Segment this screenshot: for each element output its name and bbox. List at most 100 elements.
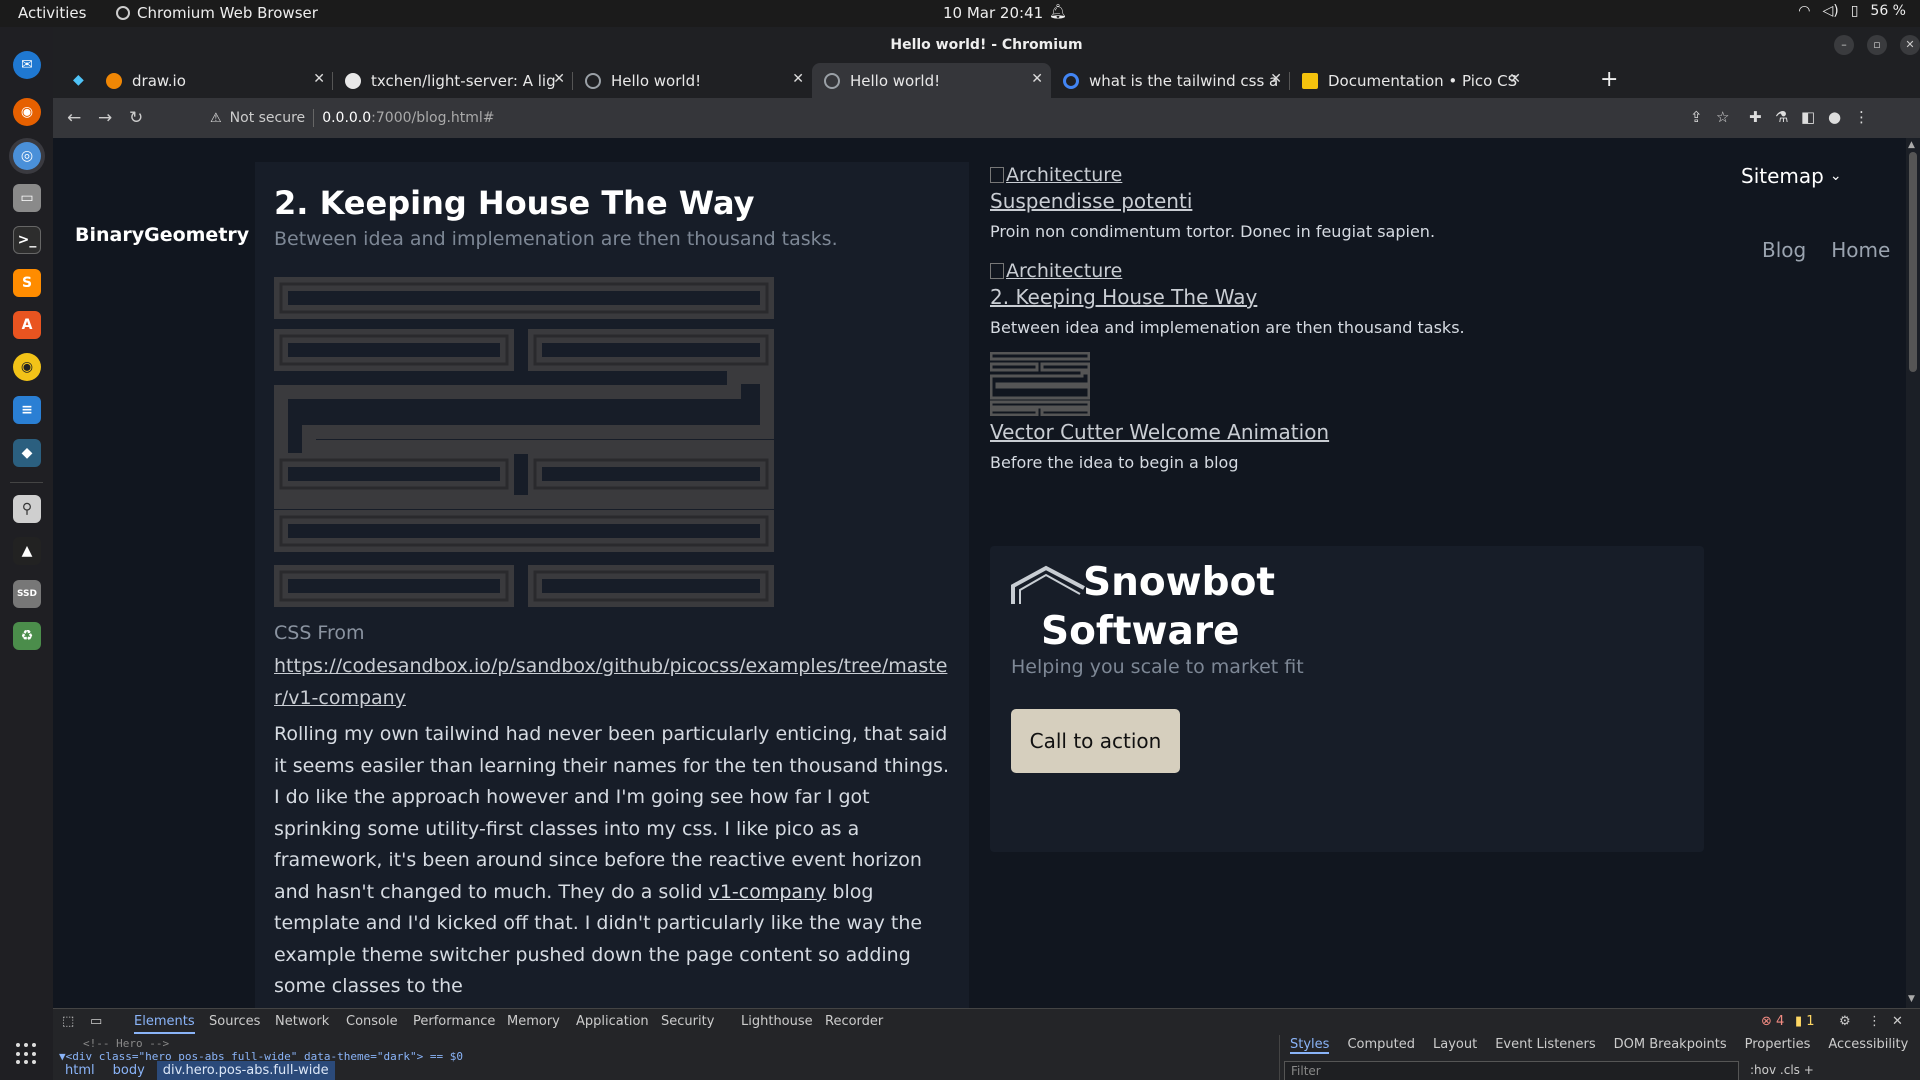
activities-button[interactable]: Activities xyxy=(18,4,86,22)
tab-layout[interactable]: Layout xyxy=(1433,1037,1477,1054)
codesandbox-link[interactable]: https://codesandbox.io/p/sandbox/github/… xyxy=(274,650,954,714)
side-panel-icon[interactable]: ◧ xyxy=(1801,108,1815,126)
device-toolbar-icon[interactable]: ▭ xyxy=(90,1014,102,1029)
sublime-text-icon[interactable]: S xyxy=(13,269,41,297)
app-menu[interactable]: Chromium Web Browser xyxy=(116,4,318,22)
tab-dom-breakpoints[interactable]: DOM Breakpoints xyxy=(1614,1037,1727,1054)
share-icon[interactable]: ⇪ xyxy=(1690,108,1703,126)
tab-google-search[interactable]: what is the tailwind css a ✕ xyxy=(1051,63,1290,98)
devtools-tab-elements[interactable]: Elements xyxy=(134,1014,195,1034)
tab-hello-world-active[interactable]: Hello world! ✕ xyxy=(812,63,1051,98)
devtools-tab-lighthouse[interactable]: Lighthouse xyxy=(741,1014,813,1029)
tab-styles[interactable]: Styles xyxy=(1290,1037,1330,1054)
blog-card-title[interactable]: Vector Cutter Welcome Animation xyxy=(990,420,1710,444)
firefox-icon[interactable]: ◉ xyxy=(13,98,41,126)
nav-link-home[interactable]: Home xyxy=(1831,238,1890,262)
clock[interactable]: 10 Mar 20:41 xyxy=(943,4,1043,22)
devtools-tab-sources[interactable]: Sources xyxy=(209,1014,260,1029)
bookmark-star-icon[interactable]: ☆ xyxy=(1716,108,1729,126)
devtools-tab-security[interactable]: Security xyxy=(661,1014,714,1029)
crumb-body[interactable]: body xyxy=(107,1061,151,1080)
software-center-icon[interactable]: A xyxy=(13,311,41,339)
omnibox[interactable]: ⚠ Not secure 0.0.0.0:7000/blog.html# xyxy=(210,103,495,133)
call-to-action-button[interactable]: Call to action xyxy=(1011,709,1180,773)
warning-count-badge[interactable]: ▮ 1 xyxy=(1795,1014,1815,1029)
devtools-tab-network[interactable]: Network xyxy=(275,1014,329,1029)
show-apps-icon[interactable] xyxy=(16,1043,38,1065)
devtools-tab-recorder[interactable]: Recorder xyxy=(825,1014,883,1029)
close-tab-icon[interactable]: ✕ xyxy=(313,71,325,87)
terminal-icon[interactable]: >_ xyxy=(13,226,41,254)
sitemap-dropdown[interactable]: Sitemap ⌄ xyxy=(1741,164,1842,188)
hero-title-line1: Snowbot xyxy=(1083,560,1276,605)
broken-image-icon xyxy=(990,263,1004,279)
tab-pico-docs[interactable]: Documentation • Pico CS ✕ xyxy=(1290,63,1529,98)
reload-icon[interactable]: ↻ xyxy=(129,108,143,128)
error-count-badge[interactable]: ⊗ 4 xyxy=(1761,1014,1784,1029)
profile-icon[interactable]: ● xyxy=(1828,108,1841,126)
scroll-up-icon[interactable]: ▲ xyxy=(1908,140,1915,150)
thunderbird-icon[interactable]: ✉ xyxy=(13,51,41,79)
writer-icon[interactable]: ≡ xyxy=(13,396,41,424)
tab-event-listeners[interactable]: Event Listeners xyxy=(1495,1037,1595,1054)
maze-thumbnail[interactable] xyxy=(989,351,1091,417)
close-tab-icon[interactable]: ✕ xyxy=(1509,71,1521,87)
ssd-drive-icon[interactable]: SSD xyxy=(13,580,41,608)
system-tray[interactable]: ◠ ◁) ▯ 56 % xyxy=(1798,3,1906,19)
close-tab-icon[interactable]: ✕ xyxy=(553,71,565,87)
close-tab-icon[interactable]: ✕ xyxy=(792,71,804,87)
files-icon[interactable]: ▭ xyxy=(13,184,41,212)
pinned-tab-icon[interactable]: ◆ xyxy=(73,72,84,88)
broken-image-link[interactable]: Architecture xyxy=(990,164,1710,186)
devtools-tab-memory[interactable]: Memory xyxy=(507,1014,560,1029)
devtools-tab-performance[interactable]: Performance xyxy=(413,1014,495,1029)
close-window-icon[interactable]: ✕ xyxy=(1900,35,1920,55)
scrollbar-thumb[interactable] xyxy=(1909,152,1917,372)
devtools-menu-icon[interactable]: ⋮ xyxy=(1868,1014,1881,1029)
back-icon[interactable]: ← xyxy=(67,108,81,128)
tab-github[interactable]: txchen/light-server: A lig ✕ xyxy=(333,63,573,98)
page-scrollbar[interactable]: ▲ ▼ xyxy=(1906,138,1920,1008)
close-tab-icon[interactable]: ✕ xyxy=(1270,71,1282,87)
crumb-div-hero[interactable]: div.hero.pos-abs.full-wide xyxy=(156,1060,335,1080)
tab-properties[interactable]: Properties xyxy=(1745,1037,1811,1054)
drawio-favicon-icon xyxy=(106,72,122,89)
close-tab-icon[interactable]: ✕ xyxy=(1031,71,1043,87)
chromium-dock-icon[interactable]: ◎ xyxy=(13,142,41,170)
crumb-html[interactable]: html xyxy=(59,1061,101,1080)
v1-company-link[interactable]: v1-company xyxy=(709,881,827,903)
mysql-workbench-icon[interactable]: ◆ xyxy=(13,439,41,467)
close-devtools-icon[interactable]: ✕ xyxy=(1892,1014,1903,1029)
hov-cls-toggles[interactable]: :hov .cls + xyxy=(1750,1063,1814,1077)
image-viewer-icon[interactable]: ⚲ xyxy=(13,495,41,523)
devtools-tab-application[interactable]: Application xyxy=(576,1014,649,1029)
labs-flask-icon[interactable]: ⚗ xyxy=(1775,108,1788,126)
inkscape-icon[interactable]: ▲ xyxy=(13,537,41,565)
new-tab-icon[interactable]: + xyxy=(1600,67,1618,92)
styles-filter-input[interactable]: Filter xyxy=(1284,1061,1739,1080)
trash-icon[interactable]: ♻ xyxy=(13,622,41,650)
security-label[interactable]: Not secure xyxy=(230,110,306,126)
blog-card-title[interactable]: 2. Keeping House The Way xyxy=(990,285,1710,309)
tab-computed[interactable]: Computed xyxy=(1347,1037,1415,1054)
devtools-tab-console[interactable]: Console xyxy=(346,1014,398,1029)
tab-hello-world-1[interactable]: Hello world! ✕ xyxy=(573,63,812,98)
settings-gear-icon[interactable]: ⚙ xyxy=(1839,1014,1851,1029)
scroll-down-icon[interactable]: ▼ xyxy=(1908,994,1915,1004)
blog-card-title[interactable]: Suspendisse potenti xyxy=(990,189,1710,213)
rhythmbox-icon[interactable]: ◉ xyxy=(13,353,41,381)
broken-image-link[interactable]: Architecture xyxy=(990,260,1710,282)
globe-favicon-icon xyxy=(824,72,840,89)
nav-link-blog[interactable]: Blog xyxy=(1762,238,1806,262)
inspect-element-icon[interactable]: ⬚ xyxy=(62,1014,74,1029)
extensions-icon[interactable]: ✚ xyxy=(1749,108,1762,126)
tab-drawio[interactable]: draw.io ✕ xyxy=(94,63,333,98)
dom-comment-line[interactable]: <!-- Hero --> xyxy=(83,1037,463,1050)
tab-accessibility[interactable]: Accessibility xyxy=(1828,1037,1908,1054)
forward-icon[interactable]: → xyxy=(98,108,112,128)
notification-bell-icon[interactable]: 🔔︎ xyxy=(1049,4,1067,20)
minimize-icon[interactable]: – xyxy=(1834,35,1854,55)
menu-kebab-icon[interactable]: ⋮ xyxy=(1854,108,1869,126)
maximize-icon[interactable]: ▫ xyxy=(1867,35,1887,55)
brand-logo-text[interactable]: BinaryGeometry xyxy=(75,224,249,246)
